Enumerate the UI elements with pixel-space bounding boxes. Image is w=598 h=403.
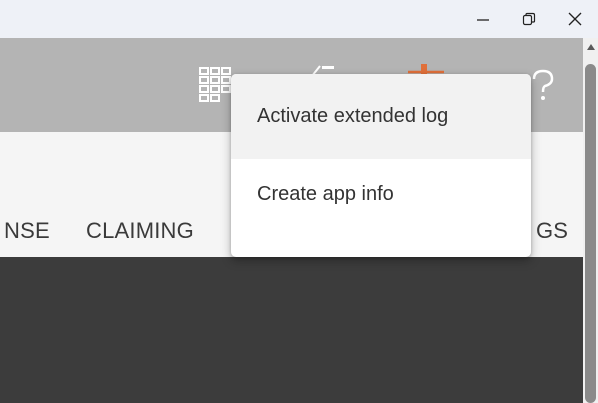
close-button[interactable]	[552, 0, 598, 38]
minimize-button[interactable]	[460, 0, 506, 38]
tab-license[interactable]: NSE	[4, 218, 50, 244]
menu-item-create-app-info[interactable]: Create app info	[231, 152, 531, 237]
restore-icon	[522, 12, 536, 26]
restore-button[interactable]	[506, 0, 552, 38]
grid-icon[interactable]	[198, 66, 232, 107]
content-area	[0, 257, 583, 403]
scroll-up-arrow-icon[interactable]	[587, 44, 595, 50]
tab-claiming[interactable]: CLAIMING	[86, 218, 194, 244]
menu-item-activate-extended-log[interactable]: Activate extended log	[231, 74, 531, 159]
scroll-thumb[interactable]	[585, 64, 596, 403]
vertical-scrollbar[interactable]	[583, 38, 598, 403]
window-titlebar	[0, 0, 598, 38]
help-icon[interactable]	[530, 68, 556, 109]
overflow-menu: Activate extended log Create app info	[231, 74, 531, 257]
minimize-icon	[477, 19, 489, 21]
close-icon	[568, 12, 582, 26]
tab-settings[interactable]: GS	[536, 218, 568, 244]
